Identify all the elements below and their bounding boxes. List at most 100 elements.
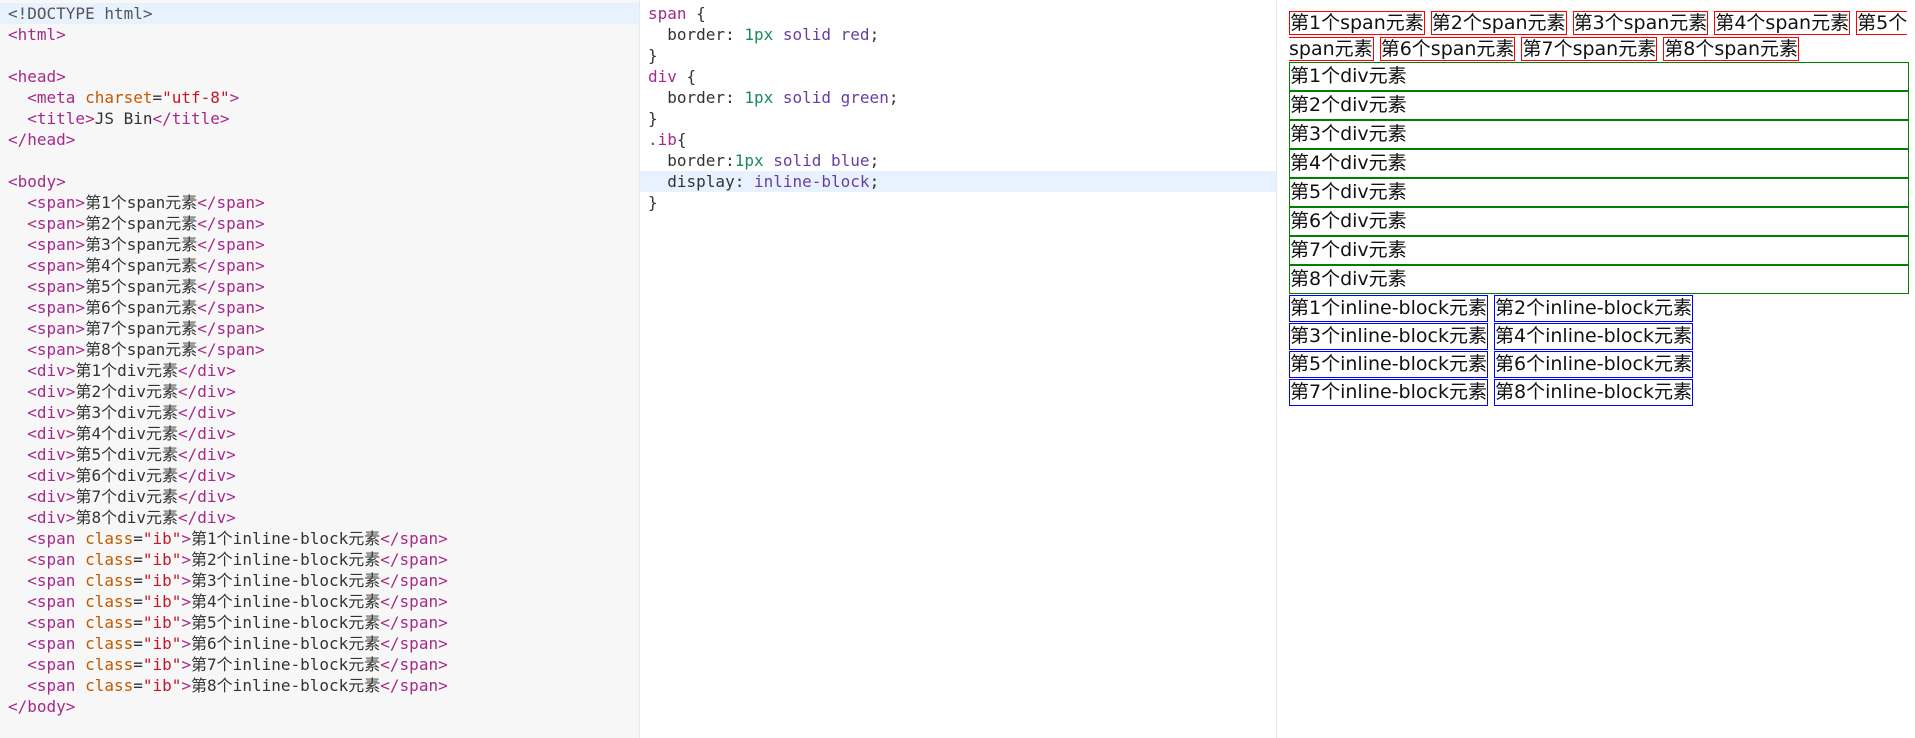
html-code-line[interactable]: <div>第7个div元素</div>: [0, 486, 639, 507]
html-code-token: </div>: [177, 382, 236, 401]
html-code-line[interactable]: <span>第1个span元素</span>: [0, 192, 639, 213]
html-code-line[interactable]: <span class="ib">第6个inline-block元素</span…: [0, 633, 639, 654]
output-div-element: 第3个div元素: [1289, 120, 1909, 149]
html-code-line[interactable]: <span>第6个span元素</span>: [0, 297, 639, 318]
html-code-line[interactable]: <span>第5个span元素</span>: [0, 276, 639, 297]
html-code-line[interactable]: <span class="ib">第4个inline-block元素</span…: [0, 591, 639, 612]
html-code-token: class: [85, 550, 134, 569]
html-code-line[interactable]: <span>第4个span元素</span>: [0, 255, 639, 276]
html-code-line[interactable]: <div>第6个div元素</div>: [0, 465, 639, 486]
html-code-line[interactable]: <div>第2个div元素</div>: [0, 381, 639, 402]
html-code-line[interactable]: <span>第7个span元素</span>: [0, 318, 639, 339]
html-code-token: "ib": [142, 613, 182, 632]
html-code-token: [8, 361, 27, 380]
html-code-token: 第6个span元素: [85, 298, 198, 317]
html-code-token: [8, 235, 27, 254]
css-editor-pane[interactable]: span { border: 1px solid red;} div { bord…: [640, 0, 1277, 738]
html-code-token: </span>: [197, 235, 265, 254]
html-code-token: </title>: [152, 109, 230, 128]
html-code-line[interactable]: <span class="ib">第3个inline-block元素</span…: [0, 570, 639, 591]
css-code-line[interactable]: div {: [640, 66, 1276, 87]
html-code-token: class: [85, 655, 134, 674]
output-inline-block-element: 第2个inline-block元素: [1494, 295, 1693, 322]
html-code-line[interactable]: [0, 150, 639, 171]
css-code-token: ;: [888, 88, 899, 107]
html-code-token: [8, 508, 27, 527]
html-code-editor[interactable]: <!DOCTYPE html> <html> <head> <meta chars…: [0, 0, 639, 717]
css-code-line[interactable]: .ib{: [640, 129, 1276, 150]
html-code-line[interactable]: <span class="ib">第2个inline-block元素</span…: [0, 549, 639, 570]
html-code-token: [8, 340, 27, 359]
html-code-line[interactable]: <span>第8个span元素</span>: [0, 339, 639, 360]
css-code-line[interactable]: border: 1px solid green;: [640, 87, 1276, 108]
html-code-token: <span>: [27, 235, 86, 254]
html-editor-pane[interactable]: <!DOCTYPE html> <html> <head> <meta chars…: [0, 0, 640, 738]
html-code-line[interactable]: </head>: [0, 129, 639, 150]
css-code-line[interactable]: }: [640, 45, 1276, 66]
html-code-line[interactable]: <body>: [0, 171, 639, 192]
html-code-line[interactable]: <div>第3个div元素</div>: [0, 402, 639, 423]
css-code-token: solid green: [782, 88, 889, 107]
output-inline-block-element: 第7个inline-block元素: [1289, 379, 1488, 406]
css-code-line[interactable]: display: inline-block;: [640, 171, 1276, 192]
html-code-line[interactable]: </body>: [0, 696, 639, 717]
css-code-line[interactable]: }: [640, 108, 1276, 129]
html-code-token: "ib": [142, 571, 182, 590]
css-code-line[interactable]: }: [640, 192, 1276, 213]
css-code-line[interactable]: border:1px solid blue;: [640, 150, 1276, 171]
html-code-line[interactable]: <div>第4个div元素</div>: [0, 423, 639, 444]
html-code-token: </div>: [177, 487, 236, 506]
css-code-token: 1px: [744, 88, 783, 107]
html-code-token: 第8个inline-block元素: [191, 676, 381, 695]
output-span-element: 第4个span元素: [1714, 11, 1851, 35]
html-code-token: [8, 634, 27, 653]
html-code-line[interactable]: <html>: [0, 24, 639, 45]
html-code-line[interactable]: <span class="ib">第1个inline-block元素</span…: [0, 528, 639, 549]
html-code-token: </span>: [197, 193, 265, 212]
html-code-token: "ib": [142, 550, 182, 569]
css-code-token: .ib: [648, 130, 677, 149]
html-code-line[interactable]: [0, 45, 639, 66]
html-code-token: </span>: [197, 214, 265, 233]
html-code-token: <div>: [27, 487, 76, 506]
html-code-token: </span>: [197, 277, 265, 296]
output-div-element: 第4个div元素: [1289, 149, 1909, 178]
css-code-editor[interactable]: span { border: 1px solid red;} div { bord…: [640, 0, 1276, 213]
css-code-token: 1px: [744, 25, 783, 44]
html-code-token: class: [85, 592, 134, 611]
css-code-line[interactable]: span {: [640, 3, 1276, 24]
css-code-token: {: [696, 4, 706, 23]
css-code-line[interactable]: border: 1px solid red;: [640, 24, 1276, 45]
html-code-token: </span>: [380, 592, 448, 611]
html-code-line[interactable]: <span class="ib">第5个inline-block元素</span…: [0, 612, 639, 633]
jsbin-editor: <!DOCTYPE html> <html> <head> <meta chars…: [0, 0, 1915, 738]
html-code-token: </div>: [177, 361, 236, 380]
html-code-token: =: [152, 88, 163, 107]
output-div-element: 第7个div元素: [1289, 236, 1909, 265]
html-code-line[interactable]: <head>: [0, 66, 639, 87]
html-code-token: </div>: [177, 445, 236, 464]
output-inline-block-element: 第1个inline-block元素: [1289, 295, 1488, 322]
html-code-line[interactable]: <!DOCTYPE html>: [0, 3, 639, 24]
html-code-token: >: [181, 571, 192, 590]
html-code-token: =: [133, 634, 143, 653]
html-code-token: </span>: [197, 319, 265, 338]
html-code-line[interactable]: <span>第2个span元素</span>: [0, 213, 639, 234]
html-code-line[interactable]: <div>第8个div元素</div>: [0, 507, 639, 528]
html-code-line[interactable]: <span>第3个span元素</span>: [0, 234, 639, 255]
css-code-token: }: [648, 193, 658, 212]
html-code-line[interactable]: <div>第5个div元素</div>: [0, 444, 639, 465]
html-code-line[interactable]: <div>第1个div元素</div>: [0, 360, 639, 381]
html-code-token: </span>: [380, 529, 448, 548]
html-code-line[interactable]: <meta charset="utf-8">: [0, 87, 639, 108]
html-code-token: <div>: [27, 466, 76, 485]
html-code-token: <span>: [27, 214, 86, 233]
html-code-token: [8, 529, 27, 548]
html-code-line[interactable]: <title>JS Bin</title>: [0, 108, 639, 129]
output-span-element: 第6个span元素: [1379, 37, 1516, 61]
html-code-token: JS Bin: [94, 109, 153, 128]
html-code-line[interactable]: <span class="ib">第8个inline-block元素</span…: [0, 675, 639, 696]
html-code-token: <span: [27, 676, 86, 695]
css-code-token: }: [648, 109, 658, 128]
html-code-line[interactable]: <span class="ib">第7个inline-block元素</span…: [0, 654, 639, 675]
